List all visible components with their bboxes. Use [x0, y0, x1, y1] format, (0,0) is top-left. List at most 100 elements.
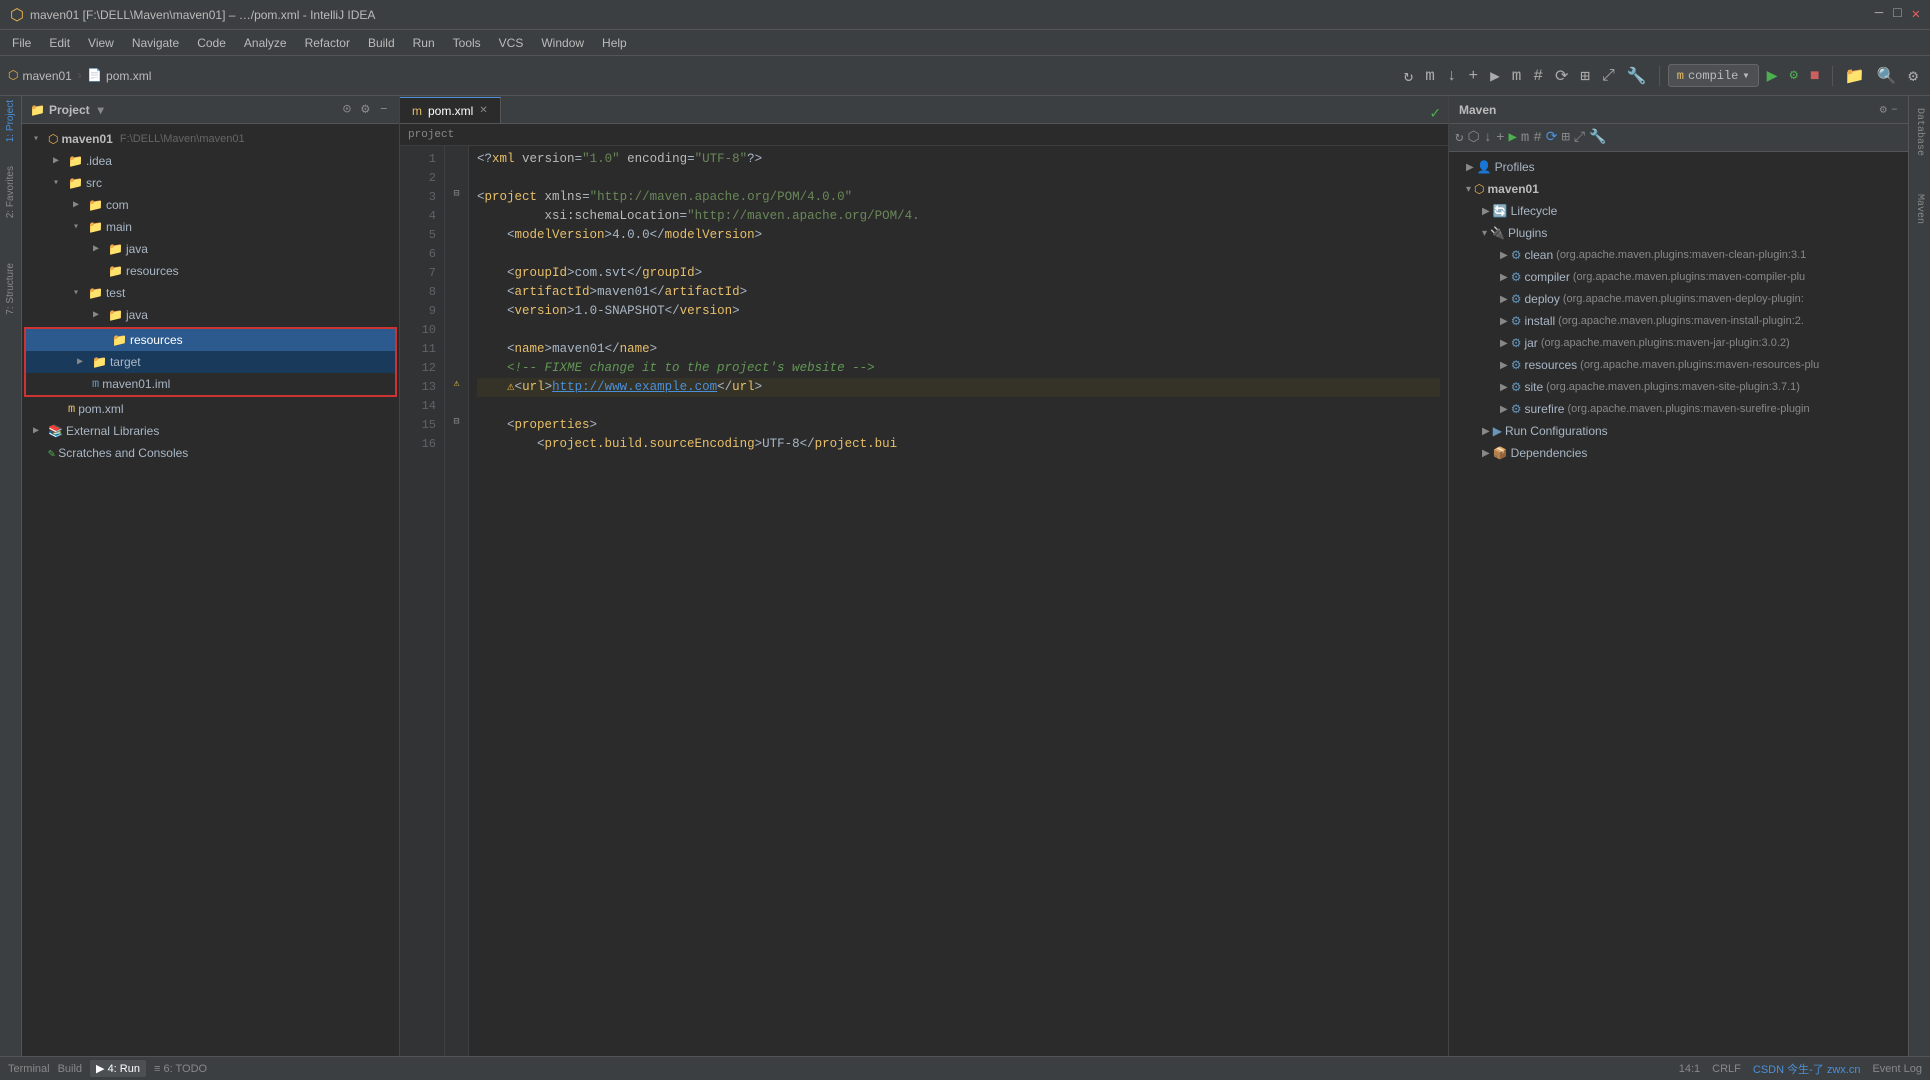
menu-tools[interactable]: Tools: [445, 34, 489, 52]
tree-item-java-main[interactable]: ▶ 📁 java: [22, 238, 399, 260]
tree-item-external-libs[interactable]: ▶ 📚 External Libraries: [22, 420, 399, 442]
breadcrumb-maven01[interactable]: maven01: [22, 69, 71, 83]
tree-arrow: ▶: [33, 425, 45, 437]
maven-item-profiles[interactable]: ▶ 👤 Profiles: [1449, 156, 1908, 178]
toolbar-add-icon[interactable]: +: [1465, 65, 1483, 87]
tree-item-src[interactable]: ▾ 📁 src: [22, 172, 399, 194]
locate-icon[interactable]: ⊙: [340, 100, 354, 119]
maven-plugin-deploy[interactable]: ▶ ⚙ deploy (org.apache.maven.plugins:mav…: [1449, 288, 1908, 310]
menu-window[interactable]: Window: [533, 34, 592, 52]
toolbar-search-icon[interactable]: 🔍: [1872, 64, 1900, 88]
toolbar-hash-icon[interactable]: #: [1529, 65, 1547, 87]
plugin-detail-jar: (org.apache.maven.plugins:maven-jar-plug…: [1541, 337, 1790, 349]
maven-expand2-icon[interactable]: ⤢: [1574, 130, 1585, 146]
close-button[interactable]: ✕: [1912, 6, 1920, 23]
run-button[interactable]: ▶: [1763, 63, 1782, 89]
toolbar-download-icon[interactable]: ↓: [1443, 65, 1461, 87]
todo-tab[interactable]: ≡ 6: TODO: [154, 1063, 207, 1075]
minimize-button[interactable]: ─: [1875, 6, 1883, 23]
toolbar-settings-icon[interactable]: ⚙: [1904, 64, 1922, 88]
code-content[interactable]: <?xml version="1.0" encoding="UTF-8"?> <…: [469, 146, 1448, 1056]
tree-item-com[interactable]: ▶ 📁 com: [22, 194, 399, 216]
tree-item-resources-main[interactable]: 📁 resources: [22, 260, 399, 282]
menu-build[interactable]: Build: [360, 34, 403, 52]
maven-refresh-icon[interactable]: ↻: [1455, 129, 1463, 146]
tree-item-scratches[interactable]: ✎ Scratches and Consoles: [22, 442, 399, 464]
event-log-link[interactable]: Event Log: [1872, 1063, 1922, 1075]
tree-item-pom-xml[interactable]: m pom.xml: [22, 398, 399, 420]
tree-item-java-test[interactable]: ▶ 📁 java: [22, 304, 399, 326]
run-tab[interactable]: ▶ 4: Run: [90, 1060, 146, 1077]
maven-m-icon[interactable]: m: [1521, 130, 1529, 146]
toolbar-refresh-icon[interactable]: ⟳: [1551, 64, 1572, 88]
tree-item-main[interactable]: ▾ 📁 main: [22, 216, 399, 238]
maven-plugin-resources[interactable]: ▶ ⚙ resources (org.apache.maven.plugins:…: [1449, 354, 1908, 376]
toolbar-folder-icon[interactable]: 📁: [1841, 64, 1869, 88]
tree-item-idea[interactable]: ▶ 📁 .idea: [22, 150, 399, 172]
tree-item-maven01[interactable]: ▾ ⬡ maven01 F:\DELL\Maven\maven01: [22, 128, 399, 150]
maven-plugin-jar[interactable]: ▶ ⚙ jar (org.apache.maven.plugins:maven-…: [1449, 332, 1908, 354]
maven-add-icon[interactable]: +: [1496, 130, 1504, 146]
stop-button[interactable]: ■: [1806, 65, 1824, 87]
panel-settings-icon[interactable]: ⚙: [358, 100, 372, 119]
maven-sync-icon[interactable]: ⟳: [1546, 129, 1558, 146]
maven-run-icon[interactable]: ▶: [1508, 129, 1516, 146]
code-line-8: <artifactId>maven01</artifactId>: [477, 283, 1440, 302]
menu-refactor[interactable]: Refactor: [297, 34, 358, 52]
maven-plugin-surefire[interactable]: ▶ ⚙ surefire (org.apache.maven.plugins:m…: [1449, 398, 1908, 420]
maven-plugin-compiler[interactable]: ▶ ⚙ compiler (org.apache.maven.plugins:m…: [1449, 266, 1908, 288]
maven-wrench-icon[interactable]: 🔧: [1589, 129, 1606, 146]
maven-item-dependencies[interactable]: ▶ 📦 Dependencies: [1449, 442, 1908, 464]
panel-collapse-icon[interactable]: –: [377, 100, 391, 119]
maven-item-plugins[interactable]: ▾ 🔌 Plugins: [1449, 222, 1908, 244]
tab-close-button[interactable]: ✕: [479, 105, 487, 116]
toolbar-columns-icon[interactable]: ⊞: [1576, 64, 1594, 88]
maven-plugin-install[interactable]: ▶ ⚙ install (org.apache.maven.plugins:ma…: [1449, 310, 1908, 332]
maximize-button[interactable]: □: [1893, 6, 1901, 23]
compile-dropdown[interactable]: m compile ▾: [1668, 64, 1759, 87]
maven-settings-icon[interactable]: ⚙: [1880, 102, 1887, 117]
status-csdn[interactable]: CSDN 今生-了 zwx.cn: [1753, 1061, 1861, 1077]
terminal-tab[interactable]: Terminal: [8, 1063, 50, 1075]
breadcrumb-pomxml[interactable]: pom.xml: [106, 69, 151, 83]
code-line-2: [477, 169, 1440, 188]
menu-analyze[interactable]: Analyze: [236, 34, 295, 52]
build-tab[interactable]: Build: [58, 1063, 82, 1075]
tree-item-target[interactable]: ▶ 📁 target: [26, 351, 395, 373]
build-button[interactable]: ⚙: [1785, 65, 1801, 86]
database-panel-tab[interactable]: Database: [1914, 108, 1925, 156]
menu-navigate[interactable]: Navigate: [124, 34, 187, 52]
menu-vcs[interactable]: VCS: [491, 34, 532, 52]
maven-item-maven01[interactable]: ▾ ⬡ maven01: [1449, 178, 1908, 200]
project-panel-tab[interactable]: 1: Project: [5, 100, 16, 142]
maven-hash-icon[interactable]: #: [1533, 130, 1541, 146]
maven-profiles-icon[interactable]: ⬡: [1467, 129, 1479, 146]
structure-panel-tab[interactable]: 7: Structure: [5, 263, 16, 315]
tree-item-maven01-iml[interactable]: m maven01.iml: [26, 373, 395, 395]
toolbar-m-icon[interactable]: m: [1508, 65, 1526, 87]
maven-collapse2-icon[interactable]: ⊞: [1561, 129, 1569, 146]
maven-panel-tab[interactable]: Maven: [1914, 194, 1925, 224]
favorites-panel-tab[interactable]: 2: Favorites: [5, 166, 16, 218]
toolbar-play-icon[interactable]: ▶: [1486, 64, 1504, 88]
maven-item-run-configs[interactable]: ▶ ▶ Run Configurations: [1449, 420, 1908, 442]
toolbar-expand-icon[interactable]: ⤢: [1598, 65, 1619, 87]
tree-item-test[interactable]: ▾ 📁 test: [22, 282, 399, 304]
tab-pom-xml[interactable]: m pom.xml ✕: [400, 97, 501, 123]
maven-plugin-site[interactable]: ▶ ⚙ site (org.apache.maven.plugins:maven…: [1449, 376, 1908, 398]
toolbar-maven-icon[interactable]: m: [1421, 65, 1439, 87]
menu-code[interactable]: Code: [189, 34, 234, 52]
menu-edit[interactable]: Edit: [41, 34, 78, 52]
menu-help[interactable]: Help: [594, 34, 635, 52]
maven-collapse-icon[interactable]: –: [1891, 102, 1898, 117]
menu-file[interactable]: File: [4, 34, 39, 52]
menu-run[interactable]: Run: [405, 34, 443, 52]
toolbar-wrench-icon[interactable]: 🔧: [1623, 64, 1651, 88]
menu-view[interactable]: View: [80, 34, 122, 52]
maven-plugin-clean[interactable]: ▶ ⚙ clean (org.apache.maven.plugins:mave…: [1449, 244, 1908, 266]
toolbar-sync-icon[interactable]: ↻: [1400, 64, 1418, 88]
panel-dropdown-icon[interactable]: ▾: [98, 103, 104, 117]
maven-download-icon[interactable]: ↓: [1484, 130, 1492, 146]
tree-item-resources-test[interactable]: 📁 resources: [26, 329, 395, 351]
maven-item-lifecycle[interactable]: ▶ 🔄 Lifecycle: [1449, 200, 1908, 222]
